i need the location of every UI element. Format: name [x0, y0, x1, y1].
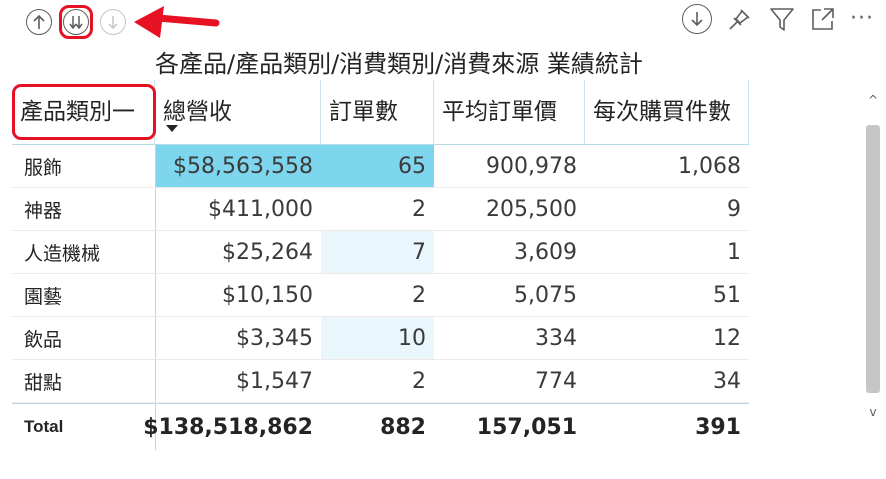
focus-mode-icon[interactable] — [810, 6, 836, 32]
total-items-per-purchase: 391 — [695, 414, 741, 440]
total-avg-order: 157,051 — [476, 414, 577, 440]
row-label: 飲品 — [12, 317, 155, 360]
go-to-next-level-button[interactable] — [63, 9, 89, 35]
revenue-cell: $10,150 — [155, 274, 321, 317]
table-row[interactable]: 服飾 $58,563,558 65 900,978 1,068 — [12, 145, 749, 188]
row-label: 園藝 — [12, 274, 155, 317]
items-per-purchase-cell: 51 — [585, 274, 749, 317]
scroll-up-icon[interactable]: ^ — [867, 94, 879, 106]
avg-order-cell: 900,978 — [434, 145, 585, 188]
visual-header-right: ··· — [682, 4, 874, 34]
items-per-purchase-cell: 1,068 — [585, 145, 749, 188]
items-per-purchase-cell: 1 — [585, 231, 749, 274]
column-header-items-per-purchase[interactable]: 每次購買件數 — [585, 80, 749, 144]
more-options-icon[interactable]: ··· — [850, 8, 874, 30]
total-label: Total — [24, 417, 64, 436]
vertical-scrollbar[interactable]: ^ v — [864, 94, 882, 425]
avg-order-cell: 3,609 — [434, 231, 585, 274]
drill-down-button[interactable] — [682, 4, 713, 34]
drill-up-button[interactable] — [26, 9, 52, 35]
filter-icon[interactable] — [768, 5, 796, 33]
orders-cell: 7 — [321, 231, 434, 274]
table-row[interactable]: 飲品 $3,345 10 334 12 — [12, 317, 749, 360]
orders-cell: 2 — [321, 188, 434, 231]
revenue-cell: $3,345 — [155, 317, 321, 360]
column-header-orders[interactable]: 訂單數 — [321, 80, 434, 144]
visual-title: 各產品/產品類別/消費類別/消費來源 業績統計 — [155, 50, 643, 78]
table-row[interactable]: 甜點 $1,547 2 774 34 — [12, 360, 749, 403]
orders-cell: 10 — [321, 317, 434, 360]
matrix-table: 產品類別一 總營收 訂單數 平均訂單價 每次購買件數 服飾 $58,563,55… — [12, 80, 749, 450]
avg-order-cell: 205,500 — [434, 188, 585, 231]
column-header-revenue[interactable]: 總營收 — [155, 80, 321, 144]
highlight-box — [12, 84, 156, 140]
orders-cell: 2 — [321, 360, 434, 403]
total-orders: 882 — [380, 414, 426, 440]
expand-all-button[interactable] — [100, 9, 126, 35]
annotation-arrow-icon — [134, 6, 220, 38]
row-label: 服飾 — [12, 145, 155, 188]
scroll-down-icon[interactable]: v — [867, 406, 879, 418]
drill-down-icon — [691, 12, 703, 27]
column-header-avg-order[interactable]: 平均訂單價 — [434, 80, 585, 144]
go-to-next-level-highlight — [59, 5, 93, 39]
sort-descending-icon — [166, 125, 178, 132]
scroll-thumb[interactable] — [866, 125, 880, 393]
expand-all-icon — [108, 16, 118, 29]
header-row: 產品類別一 總營收 訂單數 平均訂單價 每次購買件數 — [12, 80, 749, 145]
arrow-up-icon — [33, 14, 45, 29]
row-label: 甜點 — [12, 360, 155, 403]
items-per-purchase-cell: 12 — [585, 317, 749, 360]
avg-order-cell: 774 — [434, 360, 585, 403]
table-row[interactable]: 神器 $411,000 2 205,500 9 — [12, 188, 749, 231]
revenue-cell: $1,547 — [155, 360, 321, 403]
orders-cell: 65 — [321, 145, 434, 188]
row-label: 人造機械 — [12, 231, 155, 274]
double-arrow-down-icon — [69, 16, 83, 30]
avg-order-cell: 334 — [434, 317, 585, 360]
revenue-cell: $58,563,558 — [155, 145, 321, 188]
orders-cell: 2 — [321, 274, 434, 317]
revenue-cell: $411,000 — [155, 188, 321, 231]
revenue-cell: $25,264 — [155, 231, 321, 274]
pin-icon[interactable] — [726, 5, 754, 33]
visual-header-left — [26, 5, 126, 39]
row-label: 神器 — [12, 188, 155, 231]
avg-order-cell: 5,075 — [434, 274, 585, 317]
total-revenue: $138,518,862 — [143, 404, 321, 450]
items-per-purchase-cell: 34 — [585, 360, 749, 403]
total-row: Total $138,518,862 882 157,051 391 — [12, 403, 749, 450]
table-row[interactable]: 園藝 $10,150 2 5,075 51 — [12, 274, 749, 317]
items-per-purchase-cell: 9 — [585, 188, 749, 231]
table-row[interactable]: 人造機械 $25,264 7 3,609 1 — [12, 231, 749, 274]
